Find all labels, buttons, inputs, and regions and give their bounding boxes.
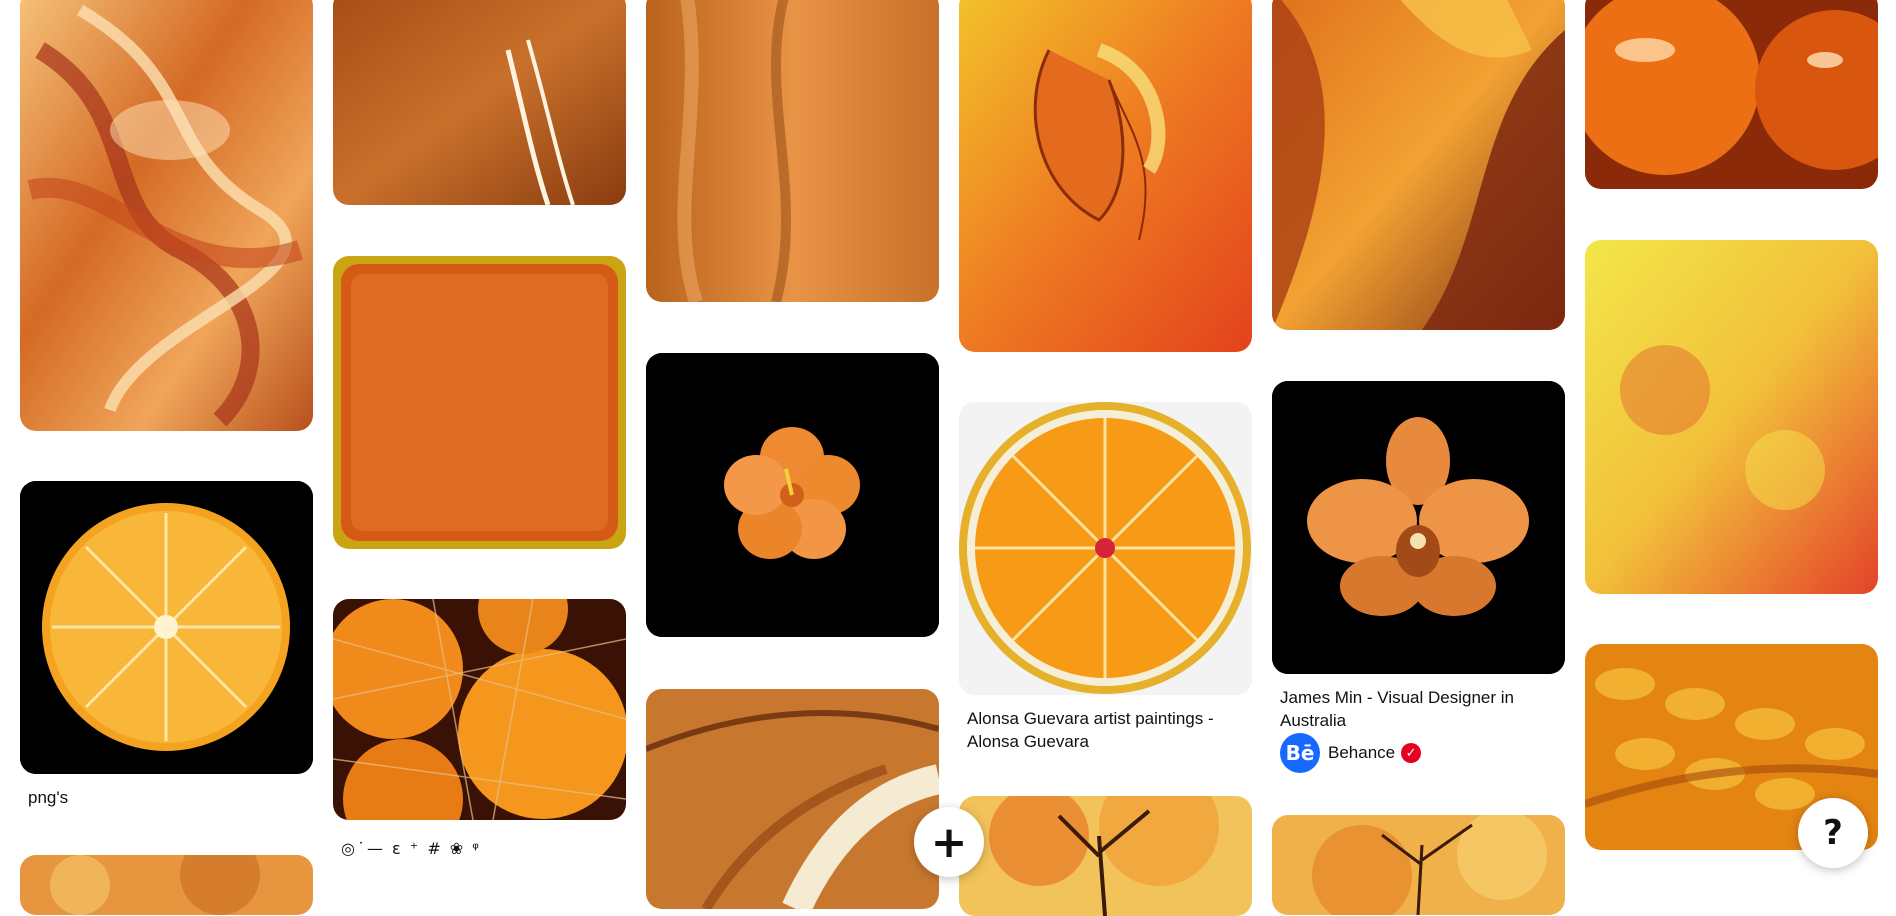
pin-image[interactable] bbox=[1585, 240, 1878, 594]
pin-title[interactable]: Alonsa Guevara artist paintings - Alonsa… bbox=[967, 707, 1237, 753]
pin-image[interactable] bbox=[333, 256, 626, 549]
pin-image[interactable] bbox=[20, 0, 313, 431]
check-badge-icon: ✓ bbox=[1401, 743, 1422, 763]
pin-title[interactable]: James Min - Visual Designer in Australia bbox=[1280, 686, 1550, 732]
pin-image[interactable] bbox=[1272, 0, 1565, 330]
pin-image[interactable] bbox=[1272, 815, 1565, 915]
create-button[interactable]: + bbox=[914, 807, 984, 877]
pin-image[interactable] bbox=[959, 796, 1252, 916]
pin-image[interactable] bbox=[1272, 381, 1565, 674]
pin-image[interactable] bbox=[646, 353, 939, 637]
source-name[interactable]: Behance bbox=[1328, 743, 1395, 763]
pin-image[interactable] bbox=[20, 481, 313, 774]
pin-source[interactable]: Bē Behance ✓ bbox=[1280, 733, 1422, 773]
pin-title[interactable]: png's bbox=[28, 786, 298, 809]
pin-image[interactable] bbox=[646, 689, 939, 909]
plus-icon: + bbox=[930, 816, 968, 868]
pin-image[interactable] bbox=[20, 855, 313, 915]
pin-image[interactable] bbox=[333, 599, 626, 820]
help-icon: ? bbox=[1823, 813, 1843, 853]
pin-image[interactable] bbox=[646, 0, 939, 302]
pin-image[interactable] bbox=[333, 0, 626, 205]
pin-image[interactable] bbox=[1585, 0, 1878, 189]
pin-image[interactable] bbox=[959, 0, 1252, 352]
behance-avatar[interactable]: Bē bbox=[1280, 733, 1320, 773]
pin-title[interactable]: ◎˙— ɛ ⁺ # ❀ ᵠ bbox=[341, 839, 481, 858]
pin-grid: png's ◎˙— ɛ ⁺ # ❀ ᵠ Alonsa Guevara artis… bbox=[0, 0, 1896, 916]
pin-image[interactable] bbox=[959, 402, 1252, 695]
help-button[interactable]: ? bbox=[1798, 798, 1868, 868]
